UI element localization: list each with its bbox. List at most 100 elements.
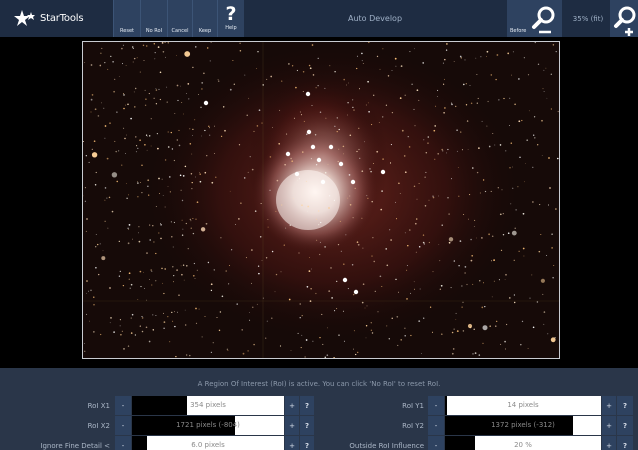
star [442,62,444,64]
star [90,111,92,113]
no-roi-button[interactable]: No RoI [140,0,167,37]
star [324,171,327,174]
star [244,74,246,76]
star [247,350,249,352]
star [97,243,99,246]
star [175,355,177,358]
star [124,104,126,106]
star [472,283,474,285]
star [436,96,438,97]
star [186,265,188,267]
before-button[interactable]: Before [507,0,562,37]
star [387,75,390,77]
decrement-button[interactable]: - [428,416,444,435]
star [476,171,479,174]
star [191,153,193,155]
star [108,196,111,199]
decrement-button[interactable]: - [115,416,131,435]
slider-value: 354 pixels [190,401,226,409]
star [345,234,347,236]
star [480,56,482,58]
increment-button[interactable]: + [285,436,299,450]
star [551,247,553,249]
decrement-button[interactable]: - [428,396,444,415]
parameter-help-button[interactable]: ? [617,416,633,435]
decrement-button[interactable]: - [428,436,444,450]
keep-button[interactable]: Keep [192,0,217,37]
zoom-in-button[interactable] [610,0,638,37]
star [192,66,194,69]
decrement-button[interactable]: - [115,396,131,415]
star [458,265,460,267]
status-message: A Region Of Interest (RoI) is active. Yo… [0,378,638,390]
star [484,190,487,193]
star [459,55,462,58]
parameter-help-button[interactable]: ? [300,396,314,415]
star [109,322,111,324]
value-slider[interactable]: 20 % [445,436,601,450]
star [370,170,372,173]
parameter-help-button[interactable]: ? [617,396,633,415]
star [490,190,492,192]
star [515,209,517,211]
star [148,340,151,343]
star [362,63,364,64]
star [111,172,118,178]
reset-button[interactable]: Reset [113,0,140,37]
star [163,312,165,314]
star [199,173,201,175]
star [381,116,384,118]
astro-image[interactable] [82,41,560,359]
star [349,134,352,137]
star [366,305,368,307]
help-button[interactable]: ? Help [217,0,244,37]
decrement-button[interactable]: - [115,436,131,450]
star [158,177,160,180]
increment-button[interactable]: + [602,416,616,435]
value-slider[interactable]: 6.0 pixels [132,436,284,450]
value-slider[interactable]: 354 pixels [132,396,284,415]
increment-button[interactable]: + [285,416,299,435]
star [99,64,102,67]
parameter-help-button[interactable]: ? [617,436,633,450]
star [191,188,193,190]
star [429,306,432,308]
star [271,317,273,320]
star [121,330,123,332]
star [386,325,388,327]
star [116,111,118,113]
star [505,323,508,326]
value-slider[interactable]: 1372 pixels (-312) [445,416,601,435]
star [460,57,462,59]
star [116,180,118,183]
parameter-help-button[interactable]: ? [300,436,314,450]
increment-button[interactable]: + [602,436,616,450]
star [557,110,559,113]
star [325,117,327,119]
star [349,203,352,206]
value-slider[interactable]: 1721 pixels (-804) [132,416,284,435]
star [486,50,489,53]
star [481,306,484,309]
star [166,101,168,103]
value-slider[interactable]: 14 pixels [445,396,601,415]
star [161,42,164,44]
star [406,298,408,300]
star [493,259,495,261]
star [453,328,455,330]
parameter-help-button[interactable]: ? [300,416,314,435]
star [343,78,345,81]
star [307,205,310,208]
bright-star [294,171,300,177]
star [432,271,434,273]
star [181,219,183,221]
image-viewport[interactable] [0,37,638,368]
star [167,186,169,187]
star [490,260,493,262]
star [300,347,302,349]
star [343,153,345,155]
cancel-button[interactable]: Cancel [167,0,192,37]
star [507,52,510,55]
increment-button[interactable]: + [285,396,299,415]
increment-button[interactable]: + [602,396,616,415]
